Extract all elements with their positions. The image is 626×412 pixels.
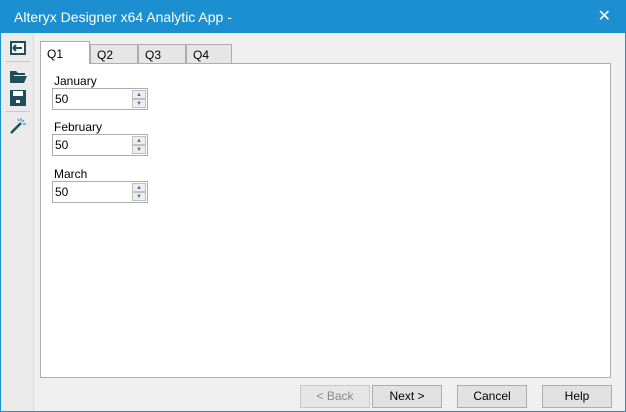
window-title: Alteryx Designer x64 Analytic App - [14, 9, 232, 25]
app-window: Alteryx Designer x64 Analytic App - ✕ Q1… [0, 0, 626, 412]
back-button[interactable]: < Back [300, 385, 370, 408]
january-input[interactable] [53, 89, 129, 109]
tab-q2[interactable]: Q2 [90, 44, 138, 64]
sidebar [1, 33, 34, 411]
open-folder-icon[interactable] [9, 67, 27, 85]
title-bar: Alteryx Designer x64 Analytic App - [1, 1, 625, 33]
march-label: March [54, 167, 88, 181]
spin-up-icon[interactable]: ▲ [132, 90, 146, 99]
close-icon[interactable]: ✕ [598, 1, 611, 33]
tab-q3[interactable]: Q3 [138, 44, 186, 64]
magic-wand-icon[interactable] [9, 117, 27, 135]
spin-up-icon[interactable]: ▲ [132, 136, 146, 145]
save-icon[interactable] [9, 89, 27, 107]
tab-q1[interactable]: Q1 [40, 41, 90, 64]
help-button[interactable]: Help [542, 385, 612, 408]
tab-panel: January ▲▼ February ▲▼ March ▲▼ [40, 63, 611, 378]
march-stepper[interactable]: ▲▼ [52, 181, 148, 203]
exit-icon[interactable] [9, 39, 27, 57]
february-label: February [54, 120, 103, 134]
spin-up-icon[interactable]: ▲ [132, 183, 146, 192]
tab-q4[interactable]: Q4 [186, 44, 232, 64]
cancel-button[interactable]: Cancel [457, 385, 527, 408]
spin-down-icon[interactable]: ▼ [132, 192, 146, 201]
february-input[interactable] [53, 135, 129, 155]
next-button[interactable]: Next > [372, 385, 442, 408]
spin-down-icon[interactable]: ▼ [132, 145, 146, 154]
february-stepper[interactable]: ▲▼ [52, 134, 148, 156]
january-stepper[interactable]: ▲▼ [52, 88, 148, 110]
march-input[interactable] [53, 182, 129, 202]
spin-down-icon[interactable]: ▼ [132, 99, 146, 108]
january-label: January [54, 74, 97, 88]
